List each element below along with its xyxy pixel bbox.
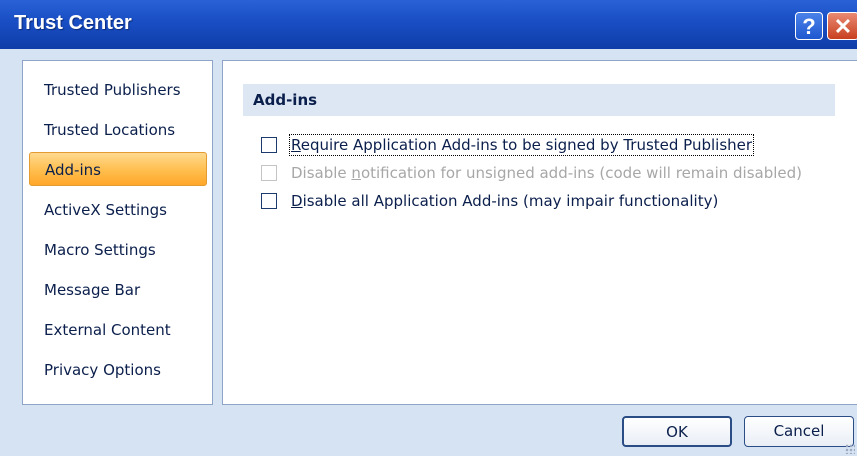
- settings-panel: Add-ins Require Application Add-ins to b…: [222, 60, 857, 405]
- title-bar[interactable]: Trust Center ? ✕: [0, 0, 857, 49]
- disable-notification-label: Disable notification for unsigned add-in…: [291, 164, 803, 182]
- disable-notification-option: Disable notification for unsigned add-in…: [261, 162, 802, 184]
- close-button[interactable]: ✕: [827, 12, 857, 40]
- sidebar-item-privacy-options[interactable]: Privacy Options: [29, 353, 207, 387]
- category-sidebar: Trusted Publishers Trusted Locations Add…: [22, 60, 213, 405]
- sidebar-item-message-bar[interactable]: Message Bar: [29, 273, 207, 307]
- window-title: Trust Center: [14, 12, 132, 34]
- help-icon: ?: [802, 14, 816, 39]
- disable-notification-checkbox: [261, 165, 277, 181]
- help-button[interactable]: ?: [795, 12, 823, 40]
- sidebar-item-trusted-publishers[interactable]: Trusted Publishers: [29, 73, 207, 107]
- ok-button[interactable]: OK: [622, 416, 732, 447]
- cancel-button[interactable]: Cancel: [744, 416, 854, 447]
- disable-all-addins-option[interactable]: Disable all Application Add-ins (may imp…: [261, 190, 718, 212]
- resize-grip-icon[interactable]: [845, 444, 855, 454]
- sidebar-item-add-ins[interactable]: Add-ins: [29, 152, 207, 186]
- require-signed-addins-checkbox[interactable]: [261, 137, 277, 153]
- close-icon: ✕: [833, 14, 853, 39]
- require-signed-addins-label[interactable]: Require Application Add-ins to be signed…: [288, 134, 755, 156]
- disable-all-addins-checkbox[interactable]: [261, 193, 277, 209]
- sidebar-item-macro-settings[interactable]: Macro Settings: [29, 233, 207, 267]
- sidebar-item-external-content[interactable]: External Content: [29, 313, 207, 347]
- section-title: Add-ins: [243, 84, 835, 116]
- sidebar-item-activex-settings[interactable]: ActiveX Settings: [29, 193, 207, 227]
- sidebar-item-trusted-locations[interactable]: Trusted Locations: [29, 113, 207, 147]
- disable-all-addins-label[interactable]: Disable all Application Add-ins (may imp…: [291, 192, 718, 210]
- trust-center-window: Trust Center ? ✕ Trusted Publishers Trus…: [0, 0, 857, 456]
- require-signed-addins-option[interactable]: Require Application Add-ins to be signed…: [261, 134, 755, 156]
